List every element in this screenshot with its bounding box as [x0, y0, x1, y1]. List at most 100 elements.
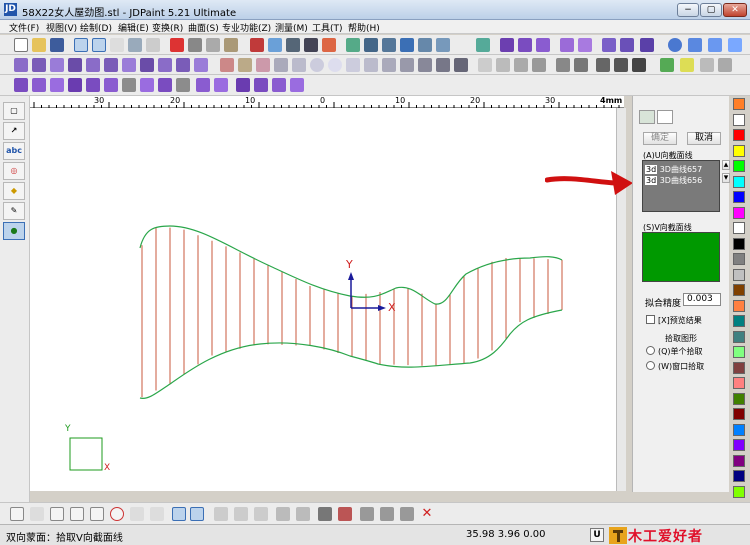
- view-side-icon[interactable]: [418, 38, 432, 52]
- grid-snap-icon[interactable]: [74, 38, 88, 52]
- plane-icon[interactable]: [276, 507, 290, 521]
- snap-center-icon[interactable]: [110, 507, 124, 521]
- model-tool-13-icon[interactable]: [236, 78, 250, 92]
- pan-icon[interactable]: [574, 58, 588, 72]
- show-icon[interactable]: [700, 58, 714, 72]
- cylinder-icon[interactable]: [688, 38, 702, 52]
- model-tool-6-icon[interactable]: [104, 78, 118, 92]
- panel-tab-surface-icon[interactable]: [639, 110, 655, 124]
- minimize-button[interactable]: −: [677, 3, 699, 17]
- snap-base-icon[interactable]: [130, 507, 144, 521]
- select-tool-icon[interactable]: ▢: [3, 102, 25, 120]
- ok-button[interactable]: 确定: [643, 132, 677, 145]
- cut-icon[interactable]: [188, 38, 202, 52]
- u-section-list[interactable]: 3d 3D曲线657 3d 3D曲线656: [642, 160, 720, 212]
- chamfer-icon[interactable]: [454, 58, 468, 72]
- color-swatch[interactable]: [733, 284, 745, 296]
- save-icon[interactable]: [50, 38, 64, 52]
- spline-icon[interactable]: [274, 58, 288, 72]
- curve-tool-3-icon[interactable]: [50, 58, 64, 72]
- menu-professional[interactable]: 专业功能(Z): [222, 21, 271, 34]
- color-swatch[interactable]: [733, 222, 745, 234]
- model-tool-12-icon[interactable]: [214, 78, 228, 92]
- surface-tool-3-icon[interactable]: [536, 38, 550, 52]
- curve-tool-5-icon[interactable]: [86, 58, 100, 72]
- zoom-realtime-icon[interactable]: [614, 58, 628, 72]
- snap-line-icon[interactable]: [10, 507, 24, 521]
- polygon-icon[interactable]: [364, 58, 378, 72]
- close-button[interactable]: ✕: [723, 3, 747, 17]
- menu-draw[interactable]: 绘制(D): [80, 21, 112, 34]
- color-swatch[interactable]: [733, 253, 745, 265]
- view-front-icon[interactable]: [364, 38, 378, 52]
- curve-tool-8-icon[interactable]: [140, 58, 154, 72]
- color-swatch[interactable]: [733, 454, 745, 467]
- surface-tool-1-icon[interactable]: [500, 38, 514, 52]
- color-swatch[interactable]: [733, 470, 745, 482]
- diamond-2-icon[interactable]: [234, 507, 248, 521]
- menu-surface[interactable]: 曲面(S): [188, 21, 219, 34]
- color-swatch[interactable]: [733, 98, 745, 110]
- node-tool-3-icon[interactable]: [400, 507, 414, 521]
- refresh-icon[interactable]: [632, 58, 646, 72]
- sphere-icon[interactable]: [668, 38, 682, 52]
- curve-tool-2-icon[interactable]: [32, 58, 46, 72]
- surface-tool-4-icon[interactable]: [560, 38, 574, 52]
- color-swatch[interactable]: [733, 129, 745, 141]
- model-tool-11-icon[interactable]: [196, 78, 210, 92]
- surface-tool-6-icon[interactable]: [602, 38, 616, 52]
- pick-window-radio[interactable]: [646, 361, 655, 370]
- node-tool-2-icon[interactable]: [380, 507, 394, 521]
- surface-tool-icon[interactable]: ●: [3, 222, 25, 240]
- light-icon[interactable]: [680, 58, 694, 72]
- redo-icon[interactable]: [146, 38, 160, 52]
- canvas-vertical-scrollbar[interactable]: [616, 108, 626, 491]
- text-tool-icon[interactable]: abc: [3, 142, 25, 160]
- paste-icon[interactable]: [224, 38, 238, 52]
- fit-view-icon[interactable]: [476, 38, 490, 52]
- snap-node-icon[interactable]: [150, 507, 164, 521]
- view-top-icon[interactable]: [382, 38, 396, 52]
- view-iso-icon[interactable]: [400, 38, 414, 52]
- model-tool-9-icon[interactable]: [158, 78, 172, 92]
- view-back-icon[interactable]: [436, 38, 450, 52]
- color-swatch[interactable]: [733, 408, 745, 420]
- model-tool-4-icon[interactable]: [68, 78, 82, 92]
- list-item[interactable]: 3d 3D曲线657: [645, 164, 702, 175]
- target-tool-icon[interactable]: ◎: [3, 162, 25, 180]
- color-swatch[interactable]: [733, 175, 745, 188]
- polyline-icon[interactable]: [292, 58, 306, 72]
- cancel-x-icon[interactable]: ✕: [420, 507, 434, 521]
- pen-tool-icon[interactable]: ✎: [3, 202, 25, 220]
- measure-tool-icon[interactable]: ◆: [3, 182, 25, 200]
- window-select-icon[interactable]: [92, 38, 106, 52]
- material-icon[interactable]: [322, 38, 336, 52]
- model-tool-5-icon[interactable]: [86, 78, 100, 92]
- color-swatch[interactable]: [733, 485, 745, 498]
- color-swatch[interactable]: [733, 113, 745, 126]
- cursor-icon[interactable]: [318, 507, 332, 521]
- curve-tool-9-icon[interactable]: [158, 58, 172, 72]
- model-tool-15-icon[interactable]: [272, 78, 286, 92]
- model-tool-8-icon[interactable]: [140, 78, 154, 92]
- axis-icon[interactable]: [346, 38, 360, 52]
- node-tool-1-icon[interactable]: [360, 507, 374, 521]
- color-swatch[interactable]: [733, 299, 745, 312]
- color-swatch[interactable]: [733, 144, 745, 157]
- ellipse-icon[interactable]: [328, 58, 342, 72]
- arc-icon[interactable]: [256, 58, 270, 72]
- rectangle-icon[interactable]: [346, 58, 360, 72]
- shade-icon[interactable]: [268, 38, 282, 52]
- zoom-prev-icon[interactable]: [556, 58, 570, 72]
- curve-tool-6-icon[interactable]: [104, 58, 118, 72]
- layer-icon[interactable]: [660, 58, 674, 72]
- color-swatch[interactable]: [733, 361, 745, 374]
- zoom-out-icon[interactable]: [514, 58, 528, 72]
- model-tool-2-icon[interactable]: [32, 78, 46, 92]
- mirror-icon[interactable]: [296, 507, 310, 521]
- node-edit-icon[interactable]: ↗: [3, 122, 25, 140]
- drawing-canvas[interactable]: Y X Y X: [30, 108, 624, 491]
- ortho-icon[interactable]: [190, 507, 204, 521]
- model-tool-10-icon[interactable]: [176, 78, 190, 92]
- list-item[interactable]: 3d 3D曲线656: [645, 175, 702, 186]
